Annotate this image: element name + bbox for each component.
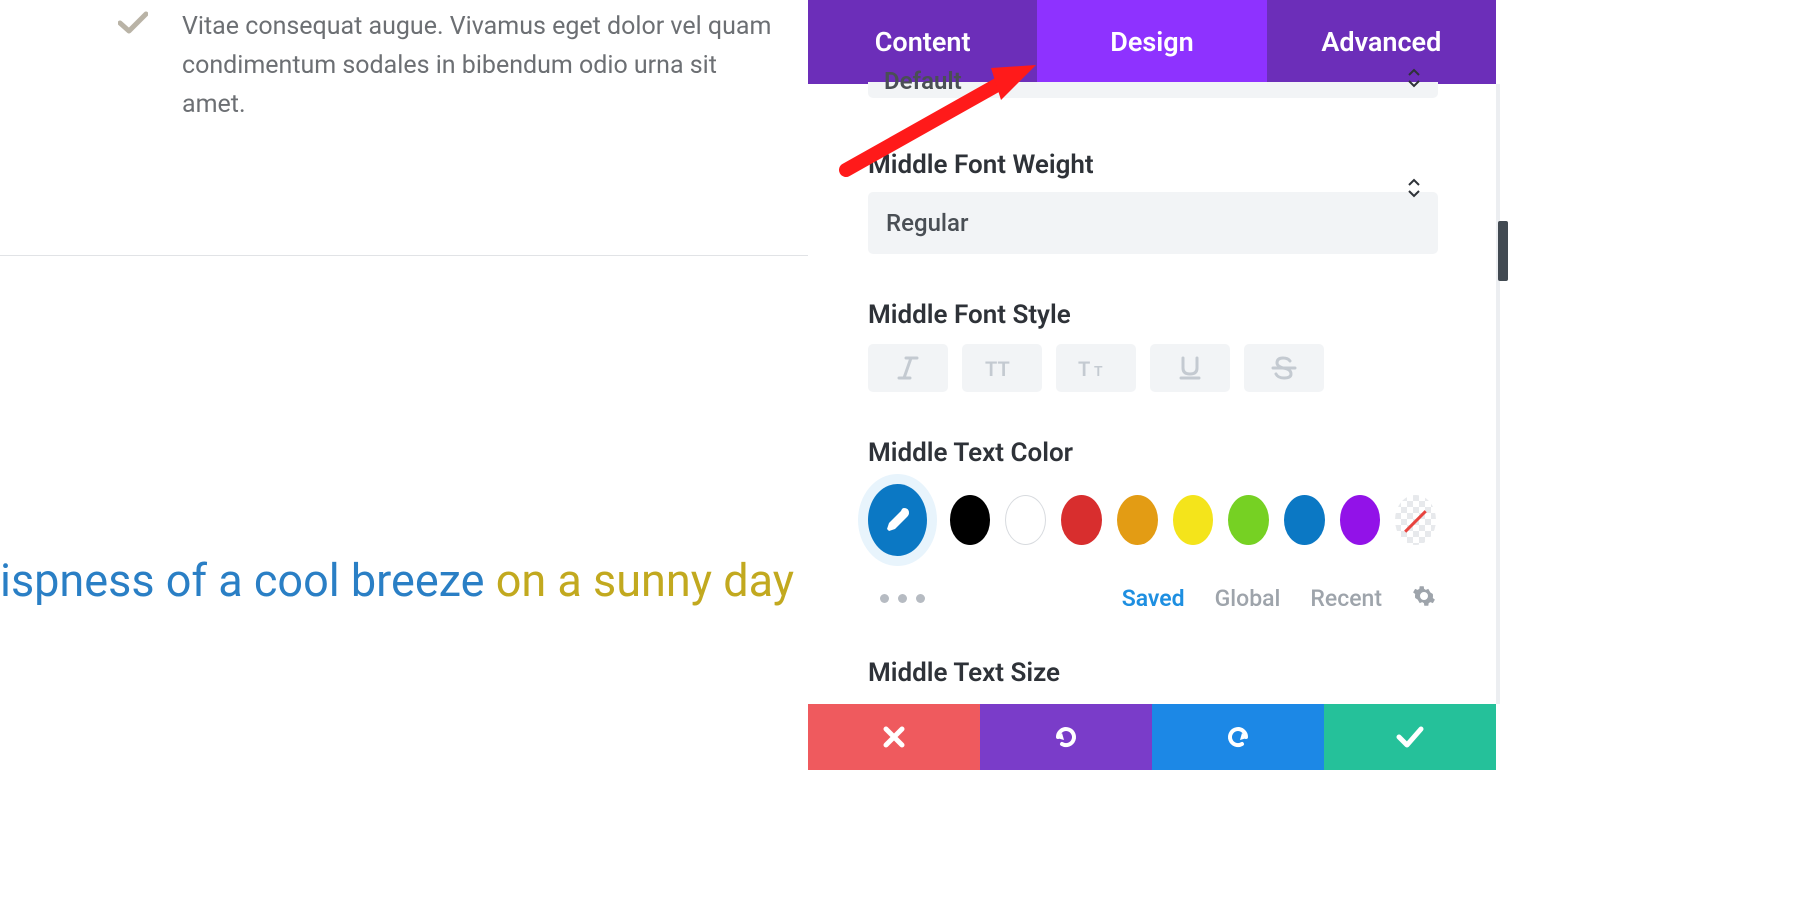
style-smallcaps-button[interactable]: TT bbox=[1056, 344, 1136, 392]
preview-canvas: Vitae consequat augue. Vivamus eget dolo… bbox=[0, 0, 808, 900]
swatch-black[interactable] bbox=[950, 495, 991, 545]
style-italic-button[interactable] bbox=[868, 344, 948, 392]
gear-icon[interactable] bbox=[1412, 584, 1436, 612]
swatch-green[interactable] bbox=[1228, 495, 1269, 545]
swatch-orange[interactable] bbox=[1117, 495, 1158, 545]
tab-design[interactable]: Design bbox=[1037, 0, 1266, 84]
label-text-color: Middle Text Color bbox=[868, 438, 1436, 468]
label-text-size: Middle Text Size bbox=[868, 658, 1436, 688]
headline-middle-text: ispness of a cool breeze bbox=[0, 554, 485, 607]
select-caret-icon bbox=[1408, 178, 1420, 198]
swatch-white[interactable] bbox=[1005, 495, 1046, 545]
cancel-button[interactable] bbox=[808, 704, 980, 770]
blurb-row: Vitae consequat augue. Vivamus eget dolo… bbox=[118, 8, 778, 124]
swatch-blue[interactable] bbox=[1284, 495, 1325, 545]
style-uppercase-button[interactable]: TT bbox=[962, 344, 1042, 392]
more-icon[interactable] bbox=[868, 594, 1092, 603]
redo-button[interactable] bbox=[1152, 704, 1324, 770]
panel-footer-actions bbox=[808, 704, 1496, 770]
panel-border bbox=[1496, 84, 1500, 704]
swatch-red[interactable] bbox=[1061, 495, 1102, 545]
svg-text:T: T bbox=[1078, 357, 1090, 380]
color-tab-global[interactable]: Global bbox=[1215, 585, 1281, 612]
select-caret-icon bbox=[1408, 68, 1420, 88]
font-style-row: TT TT bbox=[868, 344, 1436, 392]
tab-advanced[interactable]: Advanced bbox=[1267, 0, 1496, 84]
color-tab-saved[interactable]: Saved bbox=[1122, 585, 1185, 612]
headline-after-text: on a sunny day bbox=[485, 554, 795, 607]
color-group-tabs: Saved Global Recent bbox=[868, 584, 1436, 612]
color-picker-button[interactable] bbox=[868, 484, 927, 556]
scrollbar-thumb[interactable] bbox=[1498, 221, 1508, 281]
svg-text:TT: TT bbox=[985, 357, 1010, 380]
color-swatch-row bbox=[868, 484, 1436, 556]
style-strikethrough-button[interactable] bbox=[1244, 344, 1324, 392]
color-tab-recent[interactable]: Recent bbox=[1310, 585, 1382, 612]
swatch-purple[interactable] bbox=[1340, 495, 1381, 545]
blurb-text: Vitae consequat augue. Vivamus eget dolo… bbox=[182, 8, 778, 124]
select-value: Default bbox=[884, 67, 962, 95]
settings-panel: Content Design Advanced Default Middle F… bbox=[808, 0, 1508, 900]
save-button[interactable] bbox=[1324, 704, 1496, 770]
divider bbox=[0, 255, 808, 256]
svg-text:T: T bbox=[1094, 364, 1103, 380]
style-underline-button[interactable] bbox=[1150, 344, 1230, 392]
undo-button[interactable] bbox=[980, 704, 1152, 770]
label-font-weight: Middle Font Weight bbox=[868, 150, 1436, 180]
swatch-none[interactable] bbox=[1395, 495, 1436, 545]
select-font-weight[interactable]: Regular bbox=[868, 192, 1438, 254]
panel-body: Default Middle Font Weight Regular Middl… bbox=[808, 84, 1496, 704]
select-value: Regular bbox=[886, 209, 968, 237]
select-default-partial[interactable]: Default bbox=[868, 82, 1438, 98]
swatch-yellow[interactable] bbox=[1173, 495, 1214, 545]
checkmark-icon bbox=[118, 10, 148, 124]
headline-preview: ispness of a cool breeze on a sunny day bbox=[0, 554, 794, 607]
label-font-style: Middle Font Style bbox=[868, 300, 1436, 330]
